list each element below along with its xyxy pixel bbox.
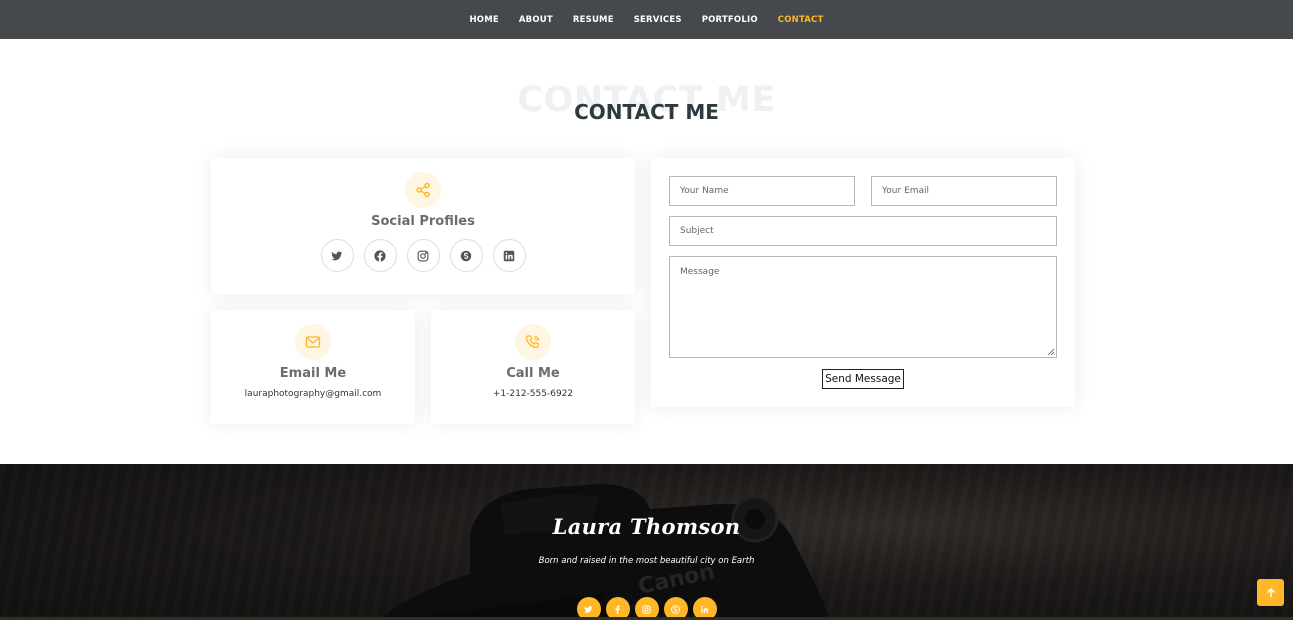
name-input[interactable]: Your Name [669,176,855,206]
contact-form: Your Name Your Email Subject Message Sen… [651,158,1075,407]
section-title-text: CONTACT ME [574,100,719,124]
nav-resume[interactable]: RESUME [563,15,624,25]
twitter-icon[interactable] [320,239,354,272]
message-placeholder: Message [680,267,720,277]
nav-services[interactable]: SERVICES [624,15,692,25]
nav-about[interactable]: ABOUT [509,15,563,25]
social-links [211,239,635,272]
phone-number[interactable]: +1-212-555-6922 [431,389,635,399]
nav-contact[interactable]: CONTACT [768,15,834,25]
skype-icon[interactable] [449,239,483,272]
email-input[interactable]: Your Email [871,176,1057,206]
section-title: CONTACT ME CONTACT ME [0,78,1293,128]
email-title: Email Me [279,366,347,381]
nav-home[interactable]: HOME [459,15,508,25]
top-navigation: HOME ABOUT RESUME SERVICES PORTFOLIO CON… [0,0,1293,39]
facebook-icon[interactable] [363,239,397,272]
back-to-top-button[interactable] [1257,579,1284,606]
call-card: Call Me +1-212-555-6922 [431,310,635,424]
email-address[interactable]: lauraphotography@gmail.com [211,389,415,399]
share-icon [405,172,441,208]
envelope-icon [295,324,331,360]
footer-name: Laura Thomson [552,514,741,539]
resize-grip-icon[interactable] [1047,348,1054,355]
instagram-icon[interactable] [406,239,440,272]
footer-tagline: Born and raised in the most beautiful ci… [538,556,755,566]
message-textarea[interactable]: Message [669,256,1057,358]
nav-portfolio[interactable]: PORTFOLIO [692,15,768,25]
subject-input[interactable]: Subject [669,216,1057,246]
social-profiles-title: Social Profiles [371,214,475,229]
call-title: Call Me [506,366,560,381]
send-message-button[interactable]: Send Message [822,369,904,389]
footer: Canon EOS Laura Thomson Born and raised … [0,464,1293,620]
linkedin-icon[interactable] [492,239,526,272]
phone-icon [515,324,551,360]
social-profiles-card: Social Profiles [211,158,635,294]
arrow-up-icon [1266,587,1275,597]
email-card: Email Me lauraphotography@gmail.com [211,310,415,424]
